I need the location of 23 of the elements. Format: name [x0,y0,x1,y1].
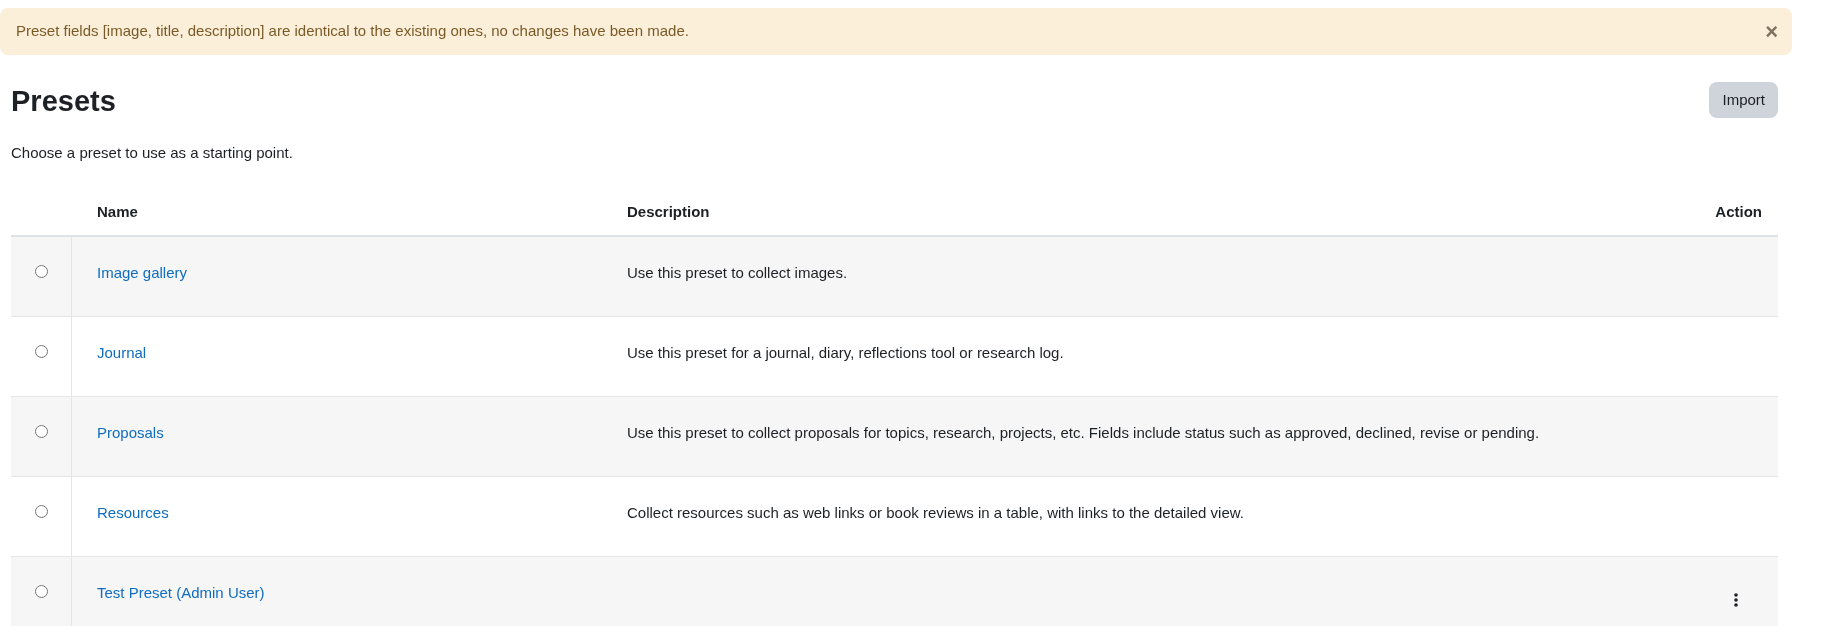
description-text: Use this preset to collect images. [627,264,848,281]
close-button[interactable]: × [1765,20,1778,43]
preset-link[interactable]: Image gallery [97,264,188,281]
radio-button[interactable] [34,505,48,518]
preset-link[interactable]: Test Preset (Admin User) [97,584,265,601]
description-text: Use this preset for a journal, diary, reflections tool or research log. [627,344,1064,361]
page-heading: Presets [11,84,116,119]
description-text: Use this preset to collect proposals for topics, research, projects, etc. Fields include status such as approved, declined, revise or pending. [627,424,1540,441]
radio-button[interactable] [34,345,48,358]
radio-button[interactable] [34,265,48,278]
preset-link[interactable]: Resources [97,504,169,521]
description-text: Collect resources such as web links or book reviews in a table, with links to the detailed view. [627,504,1244,521]
radio-button[interactable] [34,585,48,598]
radio-button[interactable] [34,425,48,438]
import-button[interactable]: Import [1709,82,1778,118]
more-options-icon[interactable] [1734,593,1738,607]
preset-link[interactable]: Journal [97,344,147,361]
alert-message: Preset fields [image, title, description] are identical to the existing ones, no changes have been made. [16,21,689,42]
intro-text: Choose a preset to use as a starting point. [11,142,294,163]
column-header: Description [627,203,710,221]
preset-link[interactable]: Proposals [97,424,164,441]
column-header: Action [1715,203,1762,221]
column-header: Name [97,203,138,221]
